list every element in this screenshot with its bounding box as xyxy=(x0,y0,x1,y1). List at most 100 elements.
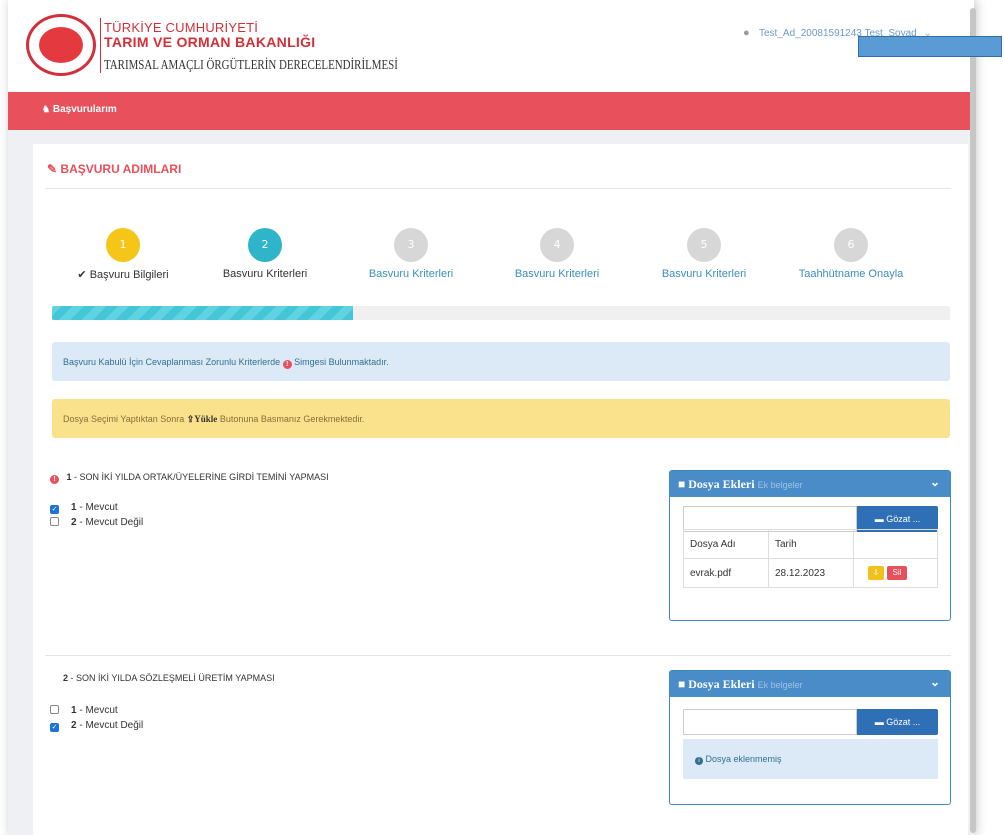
nav-item-label: Başvurularım xyxy=(52,104,117,115)
delete-button[interactable]: Sil xyxy=(887,566,907,580)
logo-emblem xyxy=(39,27,83,63)
info-alert: Başvuru Kabulü İçin Cevaplanması Zorunlu… xyxy=(52,342,950,381)
step-number-circle: 3 xyxy=(394,228,428,262)
step-number-circle: 1 xyxy=(106,228,140,262)
step-label: ✔ Başvuru Bilgileri xyxy=(77,269,169,281)
required-icon: ! xyxy=(282,360,292,369)
browse-button[interactable]: ▬ Gözat ... xyxy=(857,709,938,735)
warn-alert-text-post: Butonuna Basmanız Gerekmektedir. xyxy=(219,414,365,424)
user-icon: ● xyxy=(743,27,750,39)
step-label: Basvuru Kriterleri xyxy=(368,268,454,280)
option-number: 2 xyxy=(71,517,77,528)
header-divider xyxy=(100,18,101,73)
application-steps-panel: ✎ BAŞVURU ADIMLARI 1 ✔ Başvuru Bilgileri 2… xyxy=(33,144,968,835)
question-number: 2 xyxy=(63,673,69,683)
file-attachments-box-1: ■ Dosya Ekleri Ek belgeler ⌄ ▬ Gözat ...… xyxy=(669,470,951,621)
step-number-circle: 4 xyxy=(540,228,574,262)
overlay-rectangle xyxy=(858,36,1002,57)
file-date-cell: 28.12.2023 xyxy=(768,558,854,588)
step-4[interactable]: 4 Basvuru Kriterleri xyxy=(482,228,632,280)
chevron-down-icon[interactable]: ⌄ xyxy=(930,475,940,490)
step-label: Basvuru Kriterleri xyxy=(222,268,308,280)
navbar: ♞ Başvurularım xyxy=(8,92,974,130)
folder-open-icon: ▬ xyxy=(874,514,884,524)
info-icon: i xyxy=(695,757,703,765)
q2-option-1[interactable]: 1 - Mevcut xyxy=(50,705,118,716)
option-label: Mevcut Değil xyxy=(85,517,144,528)
step-6[interactable]: 6 Taahhütname Onayla xyxy=(776,228,926,280)
file-box-subtitle: Ek belgeler xyxy=(757,480,803,490)
file-box-header[interactable]: ■ Dosya Ekleri Ek belgeler ⌄ xyxy=(670,471,950,497)
q1-option-1[interactable]: ✓ 1 - Mevcut xyxy=(50,502,118,514)
required-icon: ! xyxy=(50,475,59,484)
info-alert-text-post: Simgesi Bulunmaktadır. xyxy=(294,357,389,367)
ministry-logo xyxy=(26,14,96,76)
file-box-header[interactable]: ■ Dosya Ekleri Ek belgeler ⌄ xyxy=(670,671,950,697)
nav-icon: ♞ xyxy=(42,104,51,114)
warning-alert: Dosya Seçimi Yaptıktan Sonra ⇪Yükle Buto… xyxy=(52,399,950,438)
file-box-subtitle: Ek belgeler xyxy=(757,680,803,690)
app-frame: TÜRKİYE CUMHURİYETİ TARIM VE ORMAN BAKAN… xyxy=(8,0,974,835)
checkbox[interactable] xyxy=(50,705,59,714)
org-name-line1: TÜRKİYE CUMHURİYETİ xyxy=(104,20,259,35)
step-number-circle: 5 xyxy=(687,228,721,262)
panel-title: ✎ BAŞVURU ADIMLARI xyxy=(47,162,181,176)
folder-open-icon: ▬ xyxy=(874,717,884,727)
option-number: 1 xyxy=(71,705,77,716)
checkbox-checked[interactable]: ✓ xyxy=(50,723,59,732)
step-number-circle: 6 xyxy=(834,228,868,262)
no-files-message: i Dosya eklenmemiş xyxy=(683,739,938,779)
option-label: Mevcut Değil xyxy=(85,720,144,731)
step-1[interactable]: 1 ✔ Başvuru Bilgileri xyxy=(48,228,198,281)
divider xyxy=(45,188,951,189)
progress-fill xyxy=(52,306,353,320)
step-label: Taahhütname Onayla xyxy=(798,268,904,280)
file-box-title: Dosya Ekleri xyxy=(688,677,755,691)
file-name-cell: evrak.pdf xyxy=(683,558,769,588)
option-number: 2 xyxy=(71,720,77,731)
org-name-line2: TARIM VE ORMAN BAKANLIĞI xyxy=(104,34,316,50)
upload-label: Yükle xyxy=(194,414,218,424)
step-3[interactable]: 3 Basvuru Kriterleri xyxy=(336,228,486,280)
nav-item-basvurularim[interactable]: ♞ Başvurularım xyxy=(42,104,117,115)
progress-bar xyxy=(52,306,950,320)
no-files-text: Dosya eklenmemiş xyxy=(705,754,782,764)
table-row: evrak.pdf 28.12.2023 ⇩ Sil xyxy=(683,558,938,588)
question-text: SON İKİ YILDA SÖZLEŞMELİ ÜRETİM YAPMASI xyxy=(76,673,275,683)
step-number-circle: 2 xyxy=(248,228,282,262)
section-divider xyxy=(45,655,951,656)
question-1: ! 1 - SON İKİ YILDA ORTAK/ÜYELERİNE GİRD… xyxy=(50,472,329,484)
panel-title-text: BAŞVURU ADIMLARI xyxy=(60,162,182,176)
header: TÜRKİYE CUMHURİYETİ TARIM VE ORMAN BAKAN… xyxy=(8,0,974,92)
folder-icon: ■ xyxy=(678,677,686,691)
file-box-title: Dosya Ekleri xyxy=(688,477,755,491)
option-number: 1 xyxy=(71,502,77,513)
question-number: 1 xyxy=(66,472,72,482)
browse-label: Gözat ... xyxy=(886,717,921,727)
column-header-actions xyxy=(853,529,938,559)
browse-label: Gözat ... xyxy=(886,514,921,524)
download-button[interactable]: ⇩ xyxy=(868,566,884,580)
file-path-input[interactable] xyxy=(683,709,857,735)
q1-option-2[interactable]: 2 - Mevcut Değil xyxy=(50,517,143,528)
step-2[interactable]: 2 Basvuru Kriterleri xyxy=(190,228,340,280)
edit-icon: ✎ xyxy=(47,162,58,176)
step-label: Basvuru Kriterleri xyxy=(661,268,747,280)
table-header-row: Dosya Adı Tarih xyxy=(683,529,938,559)
file-table: Dosya Adı Tarih evrak.pdf 28.12.2023 ⇩ Si… xyxy=(683,529,938,588)
checkbox[interactable] xyxy=(50,517,59,526)
warn-alert-text-pre: Dosya Seçimi Yaptıktan Sonra xyxy=(63,414,185,424)
question-text: SON İKİ YILDA ORTAK/ÜYELERİNE GİRDİ TEMİ… xyxy=(79,472,329,482)
checkbox-checked[interactable]: ✓ xyxy=(50,505,59,514)
folder-icon: ■ xyxy=(678,477,686,491)
file-attachments-box-2: ■ Dosya Ekleri Ek belgeler ⌄ ▬ Gözat ...… xyxy=(669,670,951,805)
chevron-down-icon[interactable]: ⌄ xyxy=(930,675,940,690)
step-5[interactable]: 5 Basvuru Kriterleri xyxy=(629,228,779,280)
step-label: Basvuru Kriterleri xyxy=(514,268,600,280)
q2-option-2[interactable]: ✓ 2 - Mevcut Değil xyxy=(50,720,143,732)
app-name: TARIMSAL AMAÇLI ÖRGÜTLERİN DERECELENDİRİ… xyxy=(104,58,398,73)
column-header-name: Dosya Adı xyxy=(683,529,769,559)
option-label: Mevcut xyxy=(85,502,118,513)
scrollbar[interactable] xyxy=(970,8,976,833)
info-alert-text-pre: Başvuru Kabulü İçin Cevaplanması Zorunlu… xyxy=(63,357,281,367)
